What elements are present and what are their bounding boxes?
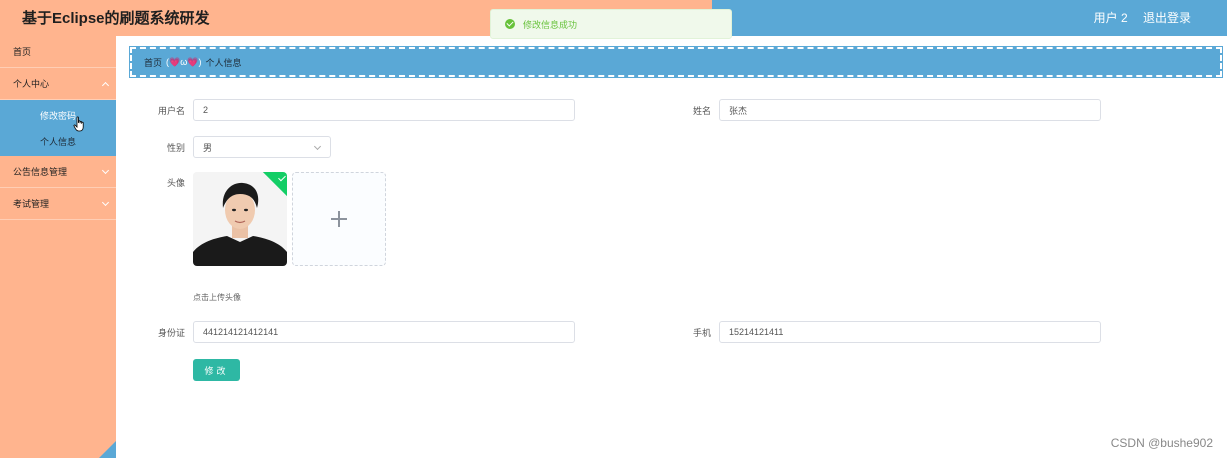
sidebar-item-label: 公告信息管理 xyxy=(13,167,68,177)
avatar-label: 头像 xyxy=(166,178,185,188)
avatar-image[interactable] xyxy=(193,172,287,266)
idcard-label: 身份证 xyxy=(157,327,185,338)
toast-message: 修改信息成功 xyxy=(523,19,578,30)
username-field[interactable]: 2 xyxy=(193,99,575,121)
idcard-row: 身份证 441214121412141 xyxy=(116,321,575,343)
phone-row: 手机 15214121411 xyxy=(642,321,1101,343)
sidebar-item-notice-management[interactable]: 公告信息管理 xyxy=(0,156,116,188)
upload-tip: 点击上传头像 xyxy=(193,293,241,302)
app-title: 基于Eclipse的刷题系统研发 xyxy=(22,10,210,27)
phone-field[interactable]: 15214121411 xyxy=(719,321,1101,343)
sidebar-item-label: 修改密码 xyxy=(40,110,77,121)
current-user-label[interactable]: 用户 2 xyxy=(1094,11,1128,25)
header-right-panel: 用户 2 退出登录 xyxy=(712,0,1227,36)
idcard-field[interactable]: 441214121412141 xyxy=(193,321,575,343)
sidebar-item-label: 首页 xyxy=(13,47,32,57)
user-area: 用户 2 退出登录 xyxy=(1082,9,1191,26)
gender-selected-value: 男 xyxy=(203,142,213,153)
success-check-icon xyxy=(505,19,515,29)
name-row: 姓名 张杰 xyxy=(642,99,1101,121)
breadcrumb: 首页 (💗ω💗) 个人信息 xyxy=(129,46,1223,78)
sidebar: 首页 个人中心 修改密码 个人信息 公告信息管理 考试管理 xyxy=(0,36,116,458)
sidebar-item-personal-info[interactable]: 个人信息 xyxy=(0,128,116,154)
plus-icon xyxy=(331,211,347,227)
sidebar-item-exam-management[interactable]: 考试管理 xyxy=(0,188,116,220)
avatar-photo xyxy=(193,172,287,266)
chevron-down-icon xyxy=(101,198,110,207)
breadcrumb-current: 个人信息 xyxy=(205,57,242,68)
name-field[interactable]: 张杰 xyxy=(719,99,1101,121)
sidebar-item-label: 个人中心 xyxy=(13,79,50,89)
sidebar-item-change-password[interactable]: 修改密码 xyxy=(0,102,116,128)
gender-select[interactable]: 男 xyxy=(193,136,331,158)
gender-label: 性别 xyxy=(166,142,185,153)
chevron-down-icon xyxy=(101,166,110,175)
sidebar-item-label: 个人信息 xyxy=(40,136,77,147)
sidebar-item-personal-center[interactable]: 个人中心 xyxy=(0,68,116,100)
phone-label: 手机 xyxy=(692,327,711,338)
breadcrumb-home[interactable]: 首页 xyxy=(144,56,162,69)
success-toast: 修改信息成功 xyxy=(490,9,732,39)
submit-button[interactable]: 修改 xyxy=(193,359,240,381)
avatar-label-row: 头像 xyxy=(116,176,193,189)
name-label: 姓名 xyxy=(692,105,711,116)
chevron-down-icon xyxy=(313,142,322,151)
hand-cursor-icon xyxy=(73,116,84,132)
submenu-personal-center: 修改密码 个人信息 xyxy=(0,100,116,156)
sidebar-item-home[interactable]: 首页 xyxy=(0,36,116,68)
chevron-up-icon xyxy=(101,81,110,90)
sidebar-item-label: 考试管理 xyxy=(13,199,50,209)
gender-row: 性别 男 xyxy=(116,136,331,158)
sidebar-corner-decoration xyxy=(99,441,116,458)
breadcrumb-separator: (💗ω💗) xyxy=(166,56,202,67)
watermark: CSDN @bushe902 xyxy=(1110,436,1213,450)
avatar-upload-button[interactable] xyxy=(292,172,386,266)
username-row: 用户名 2 xyxy=(116,99,575,121)
logout-link[interactable]: 退出登录 xyxy=(1143,11,1191,25)
username-label: 用户名 xyxy=(157,105,185,116)
